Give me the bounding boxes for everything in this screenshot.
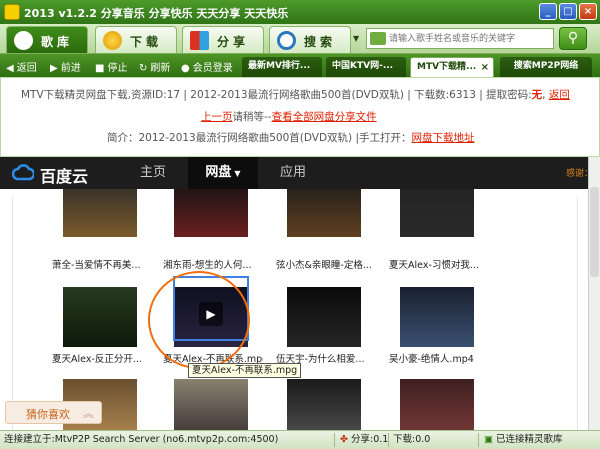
- video-thumbnail: [287, 189, 361, 237]
- chevron-up-icon: ︽: [83, 407, 94, 420]
- baidu-nav-apps[interactable]: 应用: [258, 157, 328, 189]
- tab-mtv-downloader[interactable]: MTV下载精... ×: [410, 57, 494, 77]
- main-toolbar: 歌库 下载 分享 搜索 ▼ ⚲: [0, 24, 600, 54]
- baidu-cloud-logo-icon: [12, 164, 34, 181]
- share-status: ✤ 分享:0.1: [340, 434, 389, 445]
- video-thumbnail: [174, 379, 248, 430]
- stop-button[interactable]: ■ 停止: [95, 59, 127, 74]
- prev-page-link[interactable]: 上一页: [201, 111, 233, 123]
- status-divider: [388, 433, 389, 447]
- video-thumbnail: [400, 189, 474, 237]
- library-status: ▣ 已连接精灵歌库: [484, 434, 563, 445]
- back-button[interactable]: ◀ 返回: [6, 59, 37, 74]
- video-thumbnail: [400, 287, 474, 347]
- refresh-button[interactable]: ↻ 刷新: [139, 59, 170, 74]
- login-button[interactable]: ● 会员登录: [181, 59, 233, 74]
- search-type-dropdown[interactable]: [370, 32, 386, 45]
- close-tab-icon[interactable]: ×: [481, 58, 489, 77]
- guess-you-like-button[interactable]: 猜你喜欢 ︽: [5, 401, 102, 424]
- back-link[interactable]: 返回: [549, 89, 570, 101]
- download-icon: [103, 31, 122, 50]
- baidu-nav-home[interactable]: 主页: [118, 157, 188, 189]
- status-bar: 连接建立于:MtvP2P Search Server (no6.mtvp2p.c…: [0, 430, 600, 449]
- refresh-icon: ↻: [139, 63, 148, 74]
- window-title: 2013 v1.2.2 分享音乐 分享快乐 天天分享 天天快乐: [24, 7, 289, 20]
- search-box: [366, 28, 554, 49]
- nav-bar: ◀ 返回 ▶ 前进 ■ 停止 ↻ 刷新 ● 会员登录 最新MV排行... 中国KTV网-.…: [0, 54, 600, 77]
- file-grid: 萧全-当爱情不再美... 湘东雨-想生的人何... 弦小杰&亲眼瞳-定格... …: [0, 189, 588, 430]
- video-thumbnail: [63, 287, 137, 347]
- search-icon: [277, 31, 296, 50]
- info-line-3: 简介：2012-2013最流行网络歌曲500首(DVD双轨) |手工打开：网盘下…: [107, 132, 475, 144]
- baidu-cloud-logo-text: 百度云: [40, 167, 89, 186]
- close-button[interactable]: ×: [579, 3, 597, 20]
- resource-info-panel: MTV下载精灵网盘下载,资源ID:17 | 2012-2013最流行网络歌曲50…: [0, 77, 600, 157]
- minimize-button[interactable]: _: [539, 3, 557, 20]
- baidu-cloud-header: 百度云 主页 网盘▼ 应用 感谢：送28: [0, 157, 600, 189]
- video-thumbnail: [174, 189, 248, 237]
- highlight-circle: [148, 271, 250, 369]
- app-logo-icon: [4, 4, 20, 20]
- share-status-icon: ✤: [340, 434, 348, 445]
- chevron-down-icon: ▼: [234, 169, 241, 178]
- search-go-button[interactable]: ⚲: [559, 27, 587, 50]
- forward-button[interactable]: ▶ 前进: [50, 59, 81, 74]
- tab-share[interactable]: 分享: [182, 26, 264, 53]
- share-icon: [190, 31, 209, 50]
- tab-search[interactable]: 搜索: [269, 26, 351, 53]
- tab-download[interactable]: 下载: [95, 26, 177, 53]
- download-status: 下载:0.0: [393, 434, 431, 445]
- view-all-shares-link[interactable]: 查看全部网盘分享文件: [272, 111, 377, 123]
- info-line-1: MTV下载精灵网盘下载,资源ID:17 | 2012-2013最流行网络歌曲50…: [21, 89, 570, 101]
- tab-mv-ranking[interactable]: 最新MV排行...: [242, 57, 322, 77]
- video-thumbnail: [400, 379, 474, 430]
- baidu-nav-netdisk[interactable]: 网盘 ▼: [188, 157, 258, 189]
- stop-icon: ■: [95, 63, 105, 74]
- chevron-down-icon[interactable]: ▼: [353, 34, 359, 43]
- vertical-scrollbar[interactable]: [588, 157, 600, 430]
- video-thumbnail: [287, 287, 361, 347]
- library-status-icon: ▣: [484, 434, 493, 445]
- search-input[interactable]: [389, 31, 549, 46]
- title-bar: 2013 v1.2.2 分享音乐 分享快乐 天天分享 天天快乐 _ □ ×: [0, 0, 600, 24]
- user-icon: ●: [181, 63, 190, 74]
- file-tooltip: 夏天Alex-不再联系.mpg: [188, 363, 302, 378]
- tab-ktv[interactable]: 中国KTV网-...: [326, 57, 406, 77]
- status-divider: [334, 433, 335, 447]
- arrow-right-icon: ▶: [50, 63, 58, 74]
- status-divider: [478, 433, 479, 447]
- connection-status: 连接建立于:MtvP2P Search Server (no6.mtvp2p.c…: [4, 434, 279, 445]
- netdisk-download-link[interactable]: 网盘下载地址: [412, 132, 475, 144]
- info-line-2: 上一页请稍等--查看全部网盘分享文件: [201, 111, 377, 123]
- tab-music-library[interactable]: 歌库: [6, 26, 88, 53]
- video-thumbnail: [63, 189, 137, 237]
- music-library-icon: [14, 31, 33, 50]
- tab-search-mp2p[interactable]: 搜索MP2P网络: [500, 57, 592, 77]
- scrollbar-thumb[interactable]: [590, 187, 599, 277]
- maximize-button[interactable]: □: [559, 3, 577, 20]
- arrow-left-icon: ◀: [6, 63, 14, 74]
- video-thumbnail: [287, 379, 361, 430]
